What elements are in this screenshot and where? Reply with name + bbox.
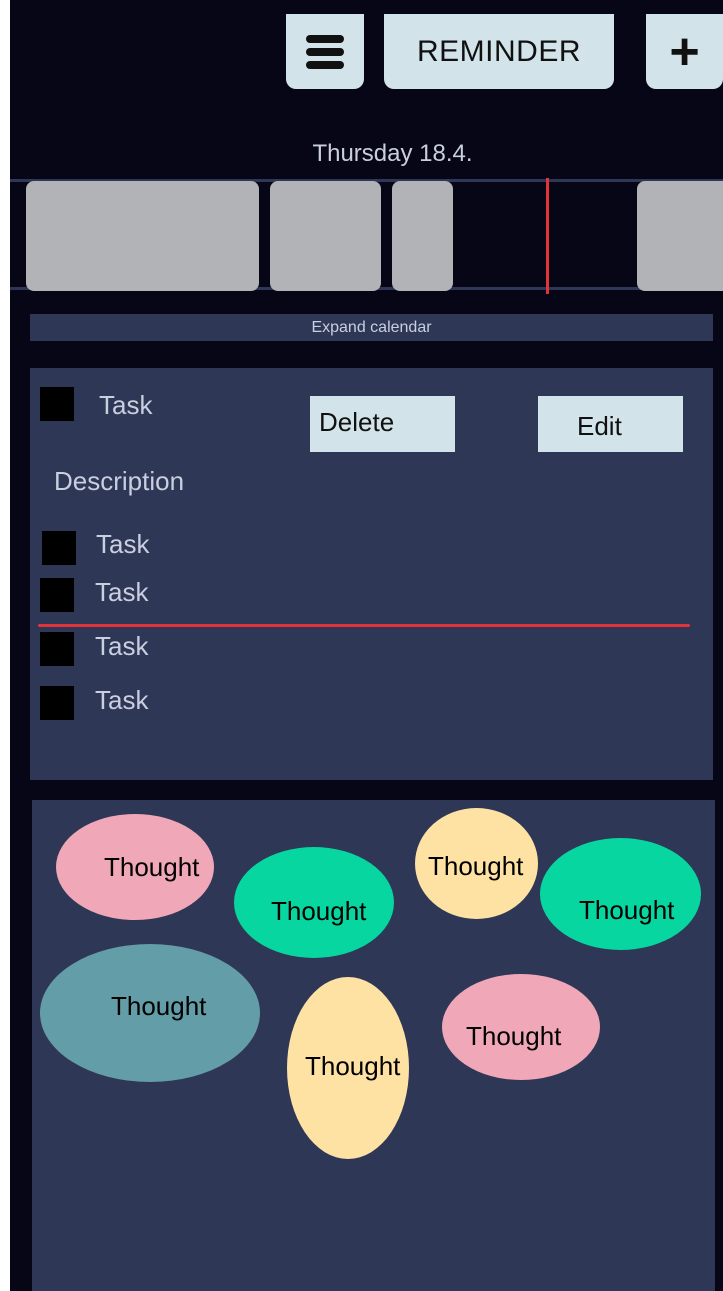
thought-bubble[interactable]: Thought xyxy=(40,944,260,1082)
edit-button-label: Edit xyxy=(577,411,622,441)
task-checkbox[interactable] xyxy=(40,387,74,421)
expand-calendar-button[interactable]: Expand calendar xyxy=(30,314,713,341)
thought-bubble[interactable]: Thought xyxy=(415,808,538,919)
current-time-indicator xyxy=(546,178,549,294)
thought-bubble[interactable]: Thought xyxy=(56,814,214,920)
thought-bubble[interactable]: Thought xyxy=(234,847,394,958)
thought-label: Thought xyxy=(579,895,675,925)
thoughts-panel: Thought Thought Thought Thought Thought … xyxy=(32,800,715,1291)
thought-label: Thought xyxy=(271,896,367,926)
calendar-event-block[interactable] xyxy=(26,181,259,291)
menu-button[interactable] xyxy=(286,14,364,89)
task-label: Task xyxy=(95,685,149,715)
thought-label: Thought xyxy=(305,1051,401,1081)
delete-button-label: Delete xyxy=(319,407,395,437)
app-screen: REMINDER + Thursday 18.4. Expand calenda… xyxy=(10,0,723,1291)
task-description: Description xyxy=(54,466,185,496)
thought-label: Thought xyxy=(428,851,524,881)
task-label: Task xyxy=(95,577,149,607)
date-label: Thursday 18.4. xyxy=(312,140,473,167)
tasks-panel: Task Delete Edit Description Task Task T… xyxy=(30,368,713,780)
thought-bubble[interactable]: Thought xyxy=(540,838,701,950)
task-checkbox[interactable] xyxy=(40,686,74,720)
task-label: Task xyxy=(95,631,149,661)
calendar-event-block[interactable] xyxy=(392,181,453,291)
thought-label: Thought xyxy=(104,852,200,882)
calendar-event-block[interactable] xyxy=(637,181,723,291)
task-label: Task xyxy=(99,390,153,420)
task-divider-line xyxy=(38,624,690,627)
reminder-button[interactable]: REMINDER xyxy=(384,14,614,89)
task-checkbox[interactable] xyxy=(40,578,74,612)
hamburger-menu-icon xyxy=(306,34,344,69)
task-checkbox[interactable] xyxy=(40,632,74,666)
task-label: Task xyxy=(96,529,150,559)
calendar-event-block[interactable] xyxy=(270,181,381,291)
plus-icon: + xyxy=(669,22,700,81)
task-checkbox[interactable] xyxy=(42,531,76,565)
thought-bubble[interactable]: Thought xyxy=(442,974,600,1080)
thought-bubble[interactable]: Thought xyxy=(287,977,409,1159)
delete-button[interactable]: Delete xyxy=(310,396,455,452)
add-button[interactable]: + xyxy=(646,14,723,89)
thought-label: Thought xyxy=(466,1021,562,1051)
thought-label: Thought xyxy=(111,991,207,1021)
edit-button[interactable]: Edit xyxy=(538,396,683,452)
